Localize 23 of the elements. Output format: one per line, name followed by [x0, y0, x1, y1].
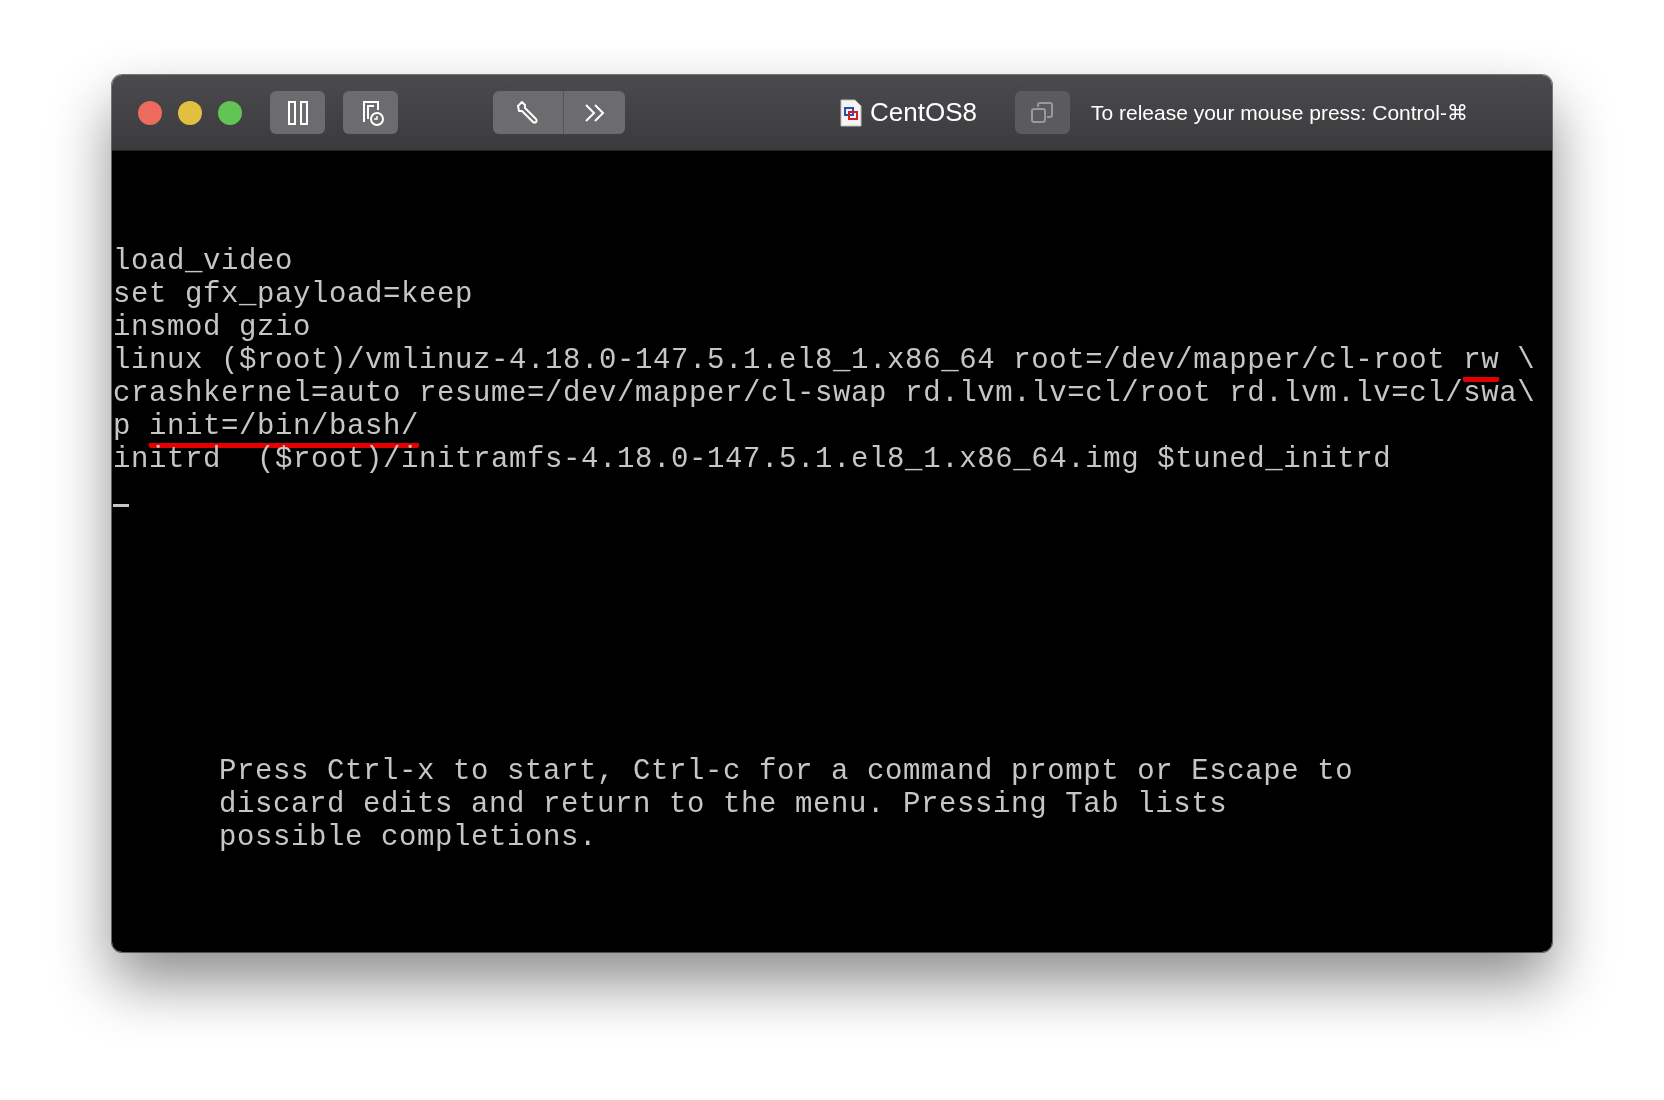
double-chevron-icon — [582, 102, 607, 123]
boot-entry-line: crashkernel=auto resume=/dev/mapper/cl-swap rd.lvm.lv=cl/root rd.lvm.lv=cl/swa\ — [113, 377, 1536, 410]
boot-entry-line: load_video — [113, 245, 294, 278]
release-hint: To release your mouse press: Control-⌘ — [1090, 100, 1468, 125]
windows-icon — [1030, 100, 1055, 125]
text-cursor — [113, 504, 129, 507]
display-button[interactable] — [1014, 91, 1070, 134]
pause-button[interactable] — [270, 91, 325, 134]
boot-entry-line: set gfx_payload=keep — [113, 278, 474, 311]
help-text: discard edits and return to the menu. Pressing Tab lists — [219, 788, 1228, 821]
close-button[interactable] — [138, 100, 162, 125]
snapshot-button[interactable] — [343, 91, 398, 134]
settings-button[interactable] — [493, 91, 563, 134]
document-icon — [840, 98, 862, 127]
window-title: CentOS8 — [870, 97, 977, 128]
help-text: Press Ctrl-x to start, Ctrl-c for a command prompt or Escape to — [219, 755, 1354, 788]
boot-entry-line: initrd ($root)/initramfs-4.18.0-147.5.1.el8_1.x86_64.img $tuned_initrd — [113, 443, 1392, 476]
zoom-button[interactable] — [218, 100, 242, 125]
more-button[interactable] — [563, 91, 625, 134]
pause-icon — [287, 100, 308, 125]
help-text: possible completions. — [219, 821, 598, 854]
boot-entry-line: insmod gzio — [113, 311, 312, 344]
minimize-button[interactable] — [178, 100, 202, 125]
